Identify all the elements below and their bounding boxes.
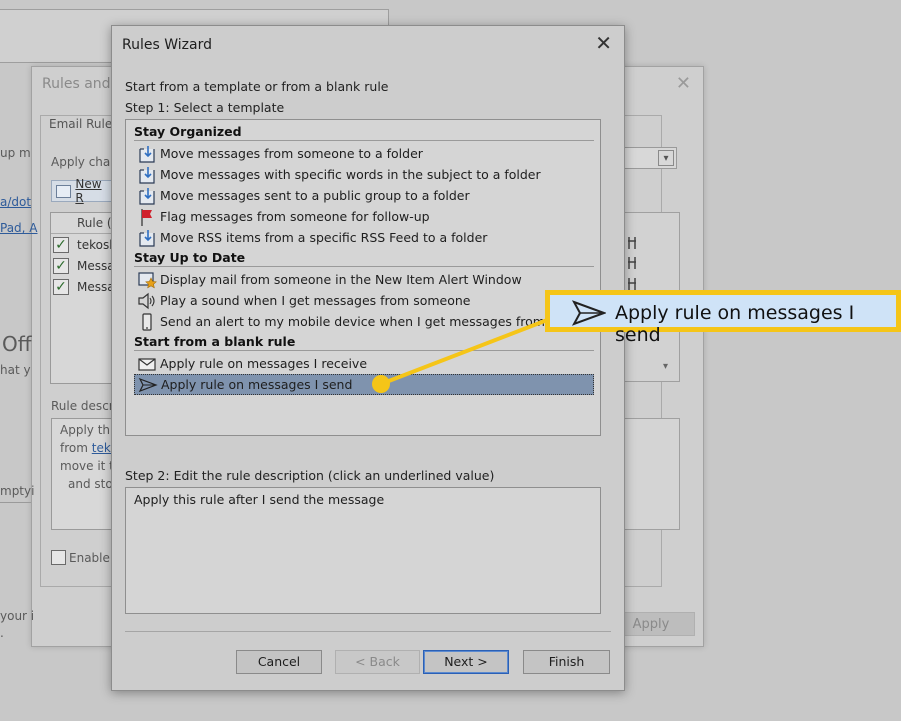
apply-changes-label: Apply char [51, 155, 116, 169]
background-text-fragment: . [0, 626, 4, 640]
template-item-label: Apply rule on messages I send [161, 377, 353, 392]
template-item[interactable]: Move messages sent to a public group to … [134, 185, 594, 206]
chevron-down-icon: ▾ [658, 150, 674, 166]
template-item-label: Move messages sent to a public group to … [160, 188, 470, 203]
rules-and-alerts-close-icon[interactable]: ✕ [676, 73, 691, 94]
callout-text: Apply rule on messages I send [615, 302, 855, 346]
background-text-fragment: your i [0, 609, 35, 623]
template-item[interactable]: Move messages from someone to a folder [134, 143, 594, 164]
speaker-icon [134, 290, 160, 311]
background-link[interactable]: Pad, A [0, 221, 38, 235]
background-heading-fragment: Off [2, 332, 32, 356]
folder-move-icon [134, 143, 160, 164]
rule-name: Messa [77, 259, 115, 273]
send-icon [572, 300, 606, 326]
rules-list-header: Rule ( [77, 216, 112, 230]
desc-line: move it t [60, 459, 114, 473]
new-rule-button[interactable]: New R [51, 177, 113, 205]
folder-move-icon [134, 185, 160, 206]
callout-connector [372, 315, 556, 393]
group-heading: Start from a blank rule [134, 334, 296, 349]
new-rule-label: New R [75, 177, 102, 205]
background-text-fragment: up m [0, 146, 31, 160]
button-divider [125, 631, 611, 632]
new-rule-icon [56, 184, 72, 198]
step1-label: Step 1: Select a template [125, 100, 285, 115]
template-item[interactable]: Move RSS items from a specific RSS Feed … [134, 227, 594, 248]
template-item-label: Display mail from someone in the New Ite… [160, 272, 522, 287]
rule-description-text: Apply this rule after I send the message [134, 492, 385, 507]
rule-enabled-checkbox[interactable]: ✓ [53, 258, 69, 274]
alert-star-icon [134, 269, 160, 290]
enable-label: Enable [69, 550, 110, 565]
rules-list-header-row: Rule ( [51, 213, 119, 234]
desc-line: Apply thi [60, 423, 114, 437]
background-text-fragment: hat y [0, 363, 31, 377]
group-divider [134, 266, 594, 267]
rule-enabled-checkbox[interactable]: ✓ [53, 279, 69, 295]
template-item[interactable]: Flag messages from someone for follow-up [134, 206, 594, 227]
step2-label: Step 2: Edit the rule description (click… [125, 468, 495, 483]
back-button[interactable]: < Back [335, 650, 420, 674]
flag-icon [134, 206, 160, 227]
callout-box: Apply rule on messages I send [545, 290, 901, 346]
template-item-label: Apply rule on messages I receive [160, 356, 368, 371]
send-icon [135, 374, 161, 395]
next-button[interactable]: Next > [423, 650, 509, 674]
template-item[interactable]: Move messages with specific words in the… [134, 164, 594, 185]
background-link[interactable]: a/dot [0, 195, 31, 209]
rules-list[interactable]: Rule ( ✓ tekosh ✓ Messa ✓ Messa [50, 212, 120, 384]
close-icon[interactable]: ✕ [595, 31, 612, 55]
chevron-down-icon: ▾ [663, 361, 669, 372]
group-divider [134, 140, 594, 141]
rule-description-box[interactable]: Apply this rule after I send the message [125, 487, 601, 614]
rule-name: Messa [77, 280, 115, 294]
folder-move-icon [134, 227, 160, 248]
template-item-label: Move messages with specific words in the… [160, 167, 541, 182]
template-item-label: Move messages from someone to a folder [160, 146, 423, 161]
background-right-desc [622, 418, 680, 530]
template-item[interactable]: Display mail from someone in the New Ite… [134, 269, 594, 290]
rules-list-row[interactable]: ✓ Messa [53, 279, 115, 295]
rule-enabled-checkbox[interactable]: ✓ [53, 237, 69, 253]
group-heading: Stay Up to Date [134, 250, 246, 265]
cancel-button[interactable]: Cancel [236, 650, 322, 674]
finish-button[interactable]: Finish [523, 650, 610, 674]
template-item-label: Move RSS items from a specific RSS Feed … [160, 230, 488, 245]
intro-text: Start from a template or from a blank ru… [125, 79, 389, 94]
rules-list-row[interactable]: ✓ Messa [53, 258, 115, 274]
enable-option[interactable]: Enable [51, 550, 110, 565]
envelope-icon [134, 353, 160, 374]
desc-line: from teko [60, 441, 118, 455]
background-divider [0, 484, 31, 503]
group-heading: Stay Organized [134, 124, 242, 139]
enable-checkbox[interactable] [51, 550, 66, 565]
dialog-title: Rules Wizard [122, 37, 212, 53]
template-item-label: Flag messages from someone for follow-up [160, 209, 430, 224]
folder-move-icon [134, 164, 160, 185]
rule-description-label: Rule descr [51, 399, 114, 413]
background-dropdown[interactable]: ▾ [622, 147, 677, 169]
mobile-icon [134, 311, 160, 332]
rules-list-row[interactable]: ✓ tekosh [53, 237, 117, 253]
